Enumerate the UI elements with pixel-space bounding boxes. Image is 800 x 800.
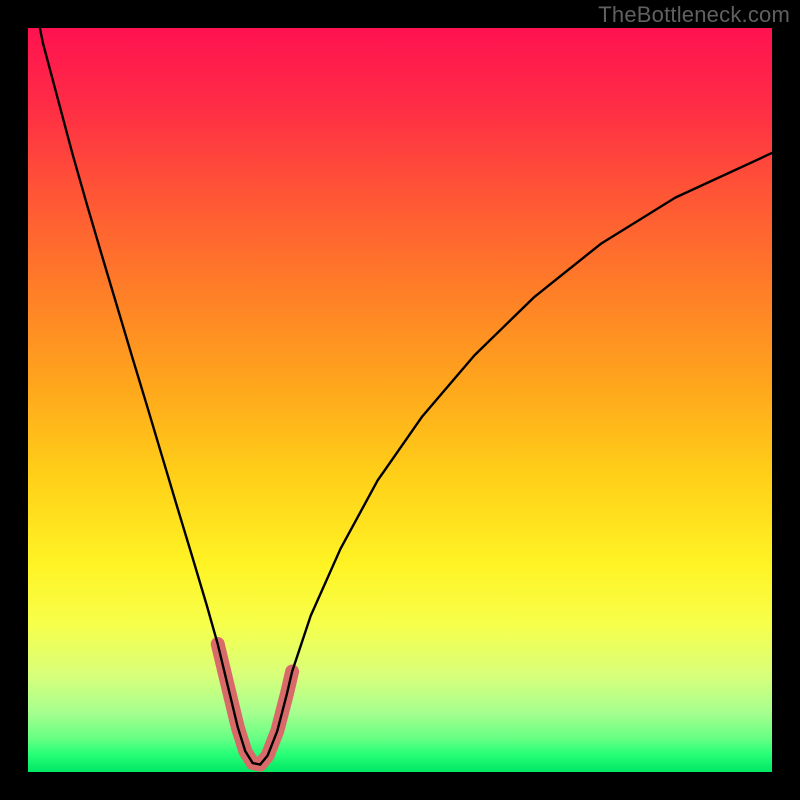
- gradient-background: [28, 28, 772, 772]
- bottleneck-plot: [28, 28, 772, 772]
- chart-stage: TheBottleneck.com: [0, 0, 800, 800]
- watermark-text: TheBottleneck.com: [598, 2, 790, 28]
